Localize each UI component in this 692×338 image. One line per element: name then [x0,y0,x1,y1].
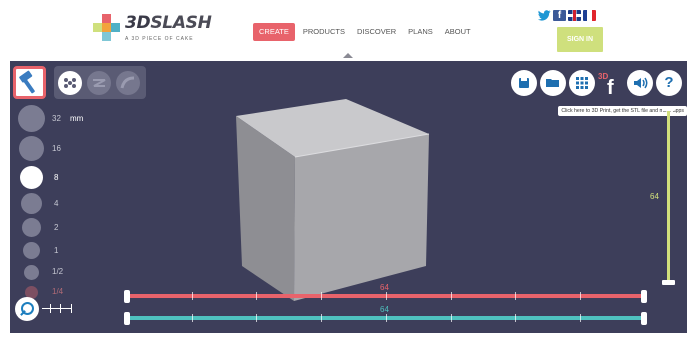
size-32-button[interactable] [18,105,45,132]
slider-tick [579,292,581,300]
logo-wordmark: 3DSLASH [125,13,212,33]
svg-text:f: f [607,77,614,96]
slider-tick [321,292,323,300]
size-16-label: 16 [52,144,61,153]
sign-in-button[interactable]: SIGN IN [557,27,603,52]
facebook-icon[interactable]: f [553,10,566,21]
slider-tick [515,292,517,300]
site-header: 3DSLASH A 3D PIECE OF CAKE CREATE PRODUC… [0,0,692,58]
teal-slider-left-handle[interactable] [124,312,130,325]
hammer-tool-button[interactable] [13,66,46,99]
vertical-slider-track[interactable] [667,111,670,283]
flag-fr-icon[interactable] [583,10,596,21]
size-8-label: 8 [54,173,59,182]
twitter-icon[interactable] [538,10,551,21]
size-8-button[interactable] [20,166,43,189]
nav-plans[interactable]: PLANS [402,23,439,41]
slider-tick [450,314,452,322]
vertical-slider-top-handle[interactable] [662,106,675,111]
slider-tick [579,314,581,322]
zoom-button[interactable] [15,297,39,321]
dots-pattern-icon[interactable] [58,71,82,95]
curve-icon[interactable] [116,71,140,95]
slider-tick [191,314,193,322]
zoom-scale-icon [42,304,72,313]
logo-cross-icon [93,14,120,41]
facebook-3d-icon[interactable]: 3D f [598,70,624,99]
logo-tagline: A 3D PIECE OF CAKE [125,36,194,42]
social-links: f [538,10,596,22]
nav-about[interactable]: ABOUT [439,23,477,41]
slider-tick [191,292,193,300]
size-1-label: 1 [54,246,59,255]
editor-workspace[interactable]: 32 mm 16 8 4 2 1 1/2 1/4 3D f ? Click he… [10,61,687,333]
vertical-slider-bottom-handle[interactable] [662,280,675,285]
size-half-label: 1/2 [52,267,64,276]
size-half-button[interactable] [24,265,39,280]
slider-tick [385,314,387,322]
size-16-button[interactable] [19,136,44,161]
teal-slider-right-handle[interactable] [641,312,647,325]
nav-discover[interactable]: DISCOVER [351,23,402,41]
size-1-button[interactable] [23,242,40,259]
red-slider-value: 64 [380,283,389,292]
grid-icon[interactable] [569,70,595,96]
teal-slider-value: 64 [380,305,389,314]
right-toolbar: 3D f ? [511,70,682,99]
nav-products[interactable]: PRODUCTS [297,23,351,41]
nav-create[interactable]: CREATE [253,23,295,41]
size-4-button[interactable] [21,193,42,214]
main-nav: CREATE PRODUCTS DISCOVER PLANS ABOUT [253,23,477,41]
size-unit-label: mm [70,114,84,123]
nav-caret-icon [343,53,353,58]
size-32-label: 32 [52,114,61,123]
hammer-icon [19,70,35,94]
help-icon[interactable]: ? [656,70,682,96]
tool-group [54,66,146,99]
save-icon[interactable] [511,70,537,96]
size-2-button[interactable] [22,218,41,237]
zigzag-icon[interactable] [87,71,111,95]
vertical-slider-value: 64 [650,192,659,201]
size-2-label: 2 [54,223,59,232]
slider-tick [321,314,323,322]
open-folder-icon[interactable] [540,70,566,96]
logo[interactable]: 3DSLASH A 3D PIECE OF CAKE [93,12,223,46]
slider-tick [450,292,452,300]
size-quarter-label: 1/4 [52,287,64,296]
slider-tick [515,314,517,322]
slider-tick [256,292,258,300]
flag-uk-icon[interactable] [568,10,581,21]
slider-tick [256,314,258,322]
sound-icon[interactable] [627,70,653,96]
slider-tick [385,292,387,300]
voxel-cube[interactable] [230,96,430,306]
red-slider-left-handle[interactable] [124,290,130,303]
size-4-label: 4 [54,199,59,208]
red-slider-right-handle[interactable] [641,290,647,303]
